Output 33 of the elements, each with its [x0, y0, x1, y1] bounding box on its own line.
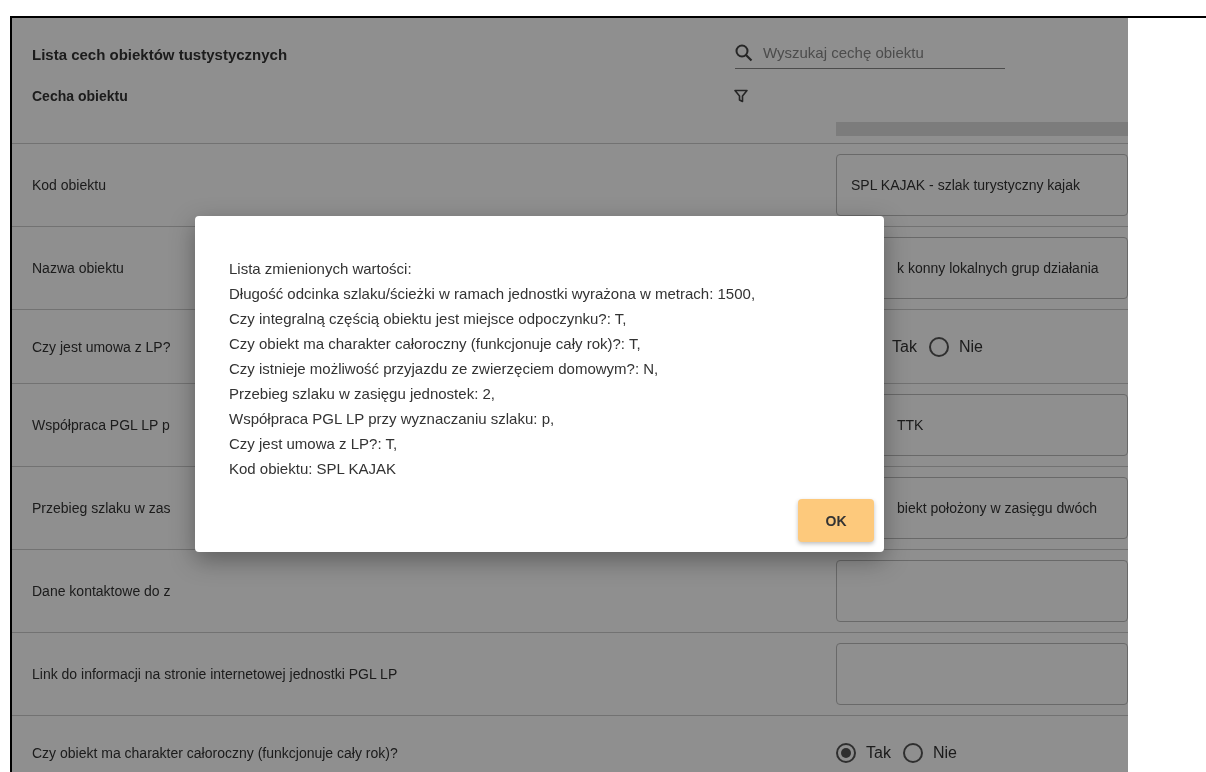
message-line: Czy istnieje możliwość przyjazdu ze zwierzęciem domowym?: N,: [229, 359, 660, 379]
radio-button[interactable]: [928, 336, 949, 357]
column-header: Cecha obiektu: [32, 88, 129, 104]
row-label: Dane kontaktowe do z: [32, 583, 171, 599]
row-label: Czy obiekt ma charakter całoroczny (funkcjonuje cały rok)?: [32, 744, 398, 761]
row-label: Przebieg szlaku w zas: [32, 500, 171, 516]
filter-icon[interactable]: [734, 89, 748, 103]
search-field[interactable]: Wyszukaj cechę obiektu: [761, 43, 1005, 62]
message-line: Współpraca PGL LP przy wyznaczaniu szlaku: p,: [229, 409, 556, 429]
row-label: Czy jest umowa z LP?: [32, 338, 171, 355]
message-line: Kod obiektu: SPL KAJAK: [229, 459, 398, 479]
row-label: Link do informacji na stronie internetowej jednostki PGL LP: [32, 666, 398, 682]
radio-label: Nie: [958, 337, 983, 356]
search-icon: [735, 43, 753, 62]
row-label: Nazwa obiektu: [32, 260, 124, 276]
message-line: Lista zmienionych wartości:: [229, 259, 413, 279]
radio-button[interactable]: [902, 742, 923, 763]
row-label: Kod obiektu: [32, 177, 106, 193]
message-line: Przebieg szlaku w zasięgu jednostek: 2,: [229, 384, 496, 404]
message-line: Czy integralną częścią obiektu jest miejsce odpoczynku?: T,: [229, 309, 628, 329]
radio-button[interactable]: [836, 742, 856, 763]
message-line: Czy jest umowa z LP?: T,: [229, 434, 399, 454]
text-field[interactable]: SPL KAJAK - szlak turystyczny kajak: [836, 154, 1128, 216]
text-field[interactable]: [836, 560, 1128, 622]
radio-label: Tak: [866, 743, 891, 762]
row-label: Współpraca PGL LP p: [32, 417, 170, 433]
message-line: Długość odcinka szlaku/ścieżki w ramach jednostki wyrażona w metrach: 1500,: [229, 284, 757, 304]
page-title: Lista cech obiektów tustystycznych: [32, 45, 289, 63]
text-field[interactable]: [836, 643, 1128, 705]
ok-button[interactable]: OK: [798, 499, 874, 542]
radio-label: Tak: [892, 337, 917, 356]
message-line: Czy obiekt ma charakter całoroczny (funkcjonuje cały rok)?: T,: [229, 334, 642, 354]
radio-label: Nie: [932, 743, 957, 762]
